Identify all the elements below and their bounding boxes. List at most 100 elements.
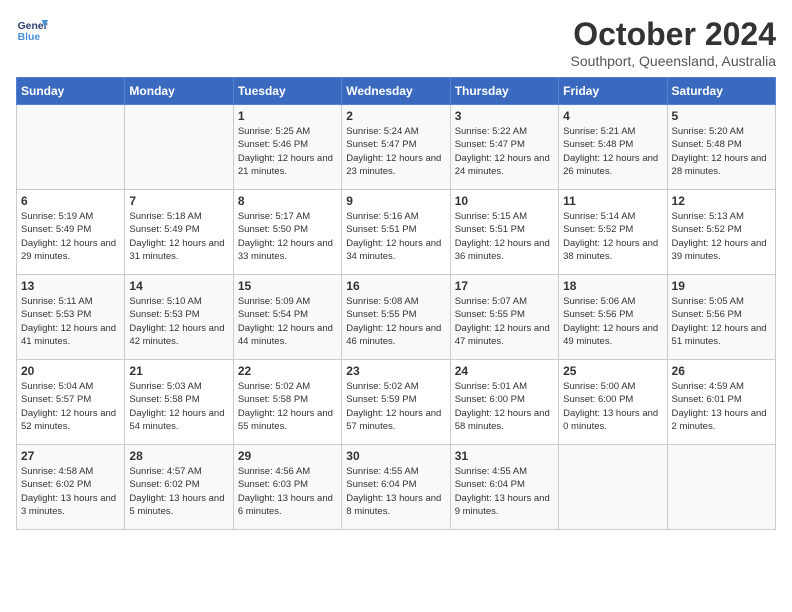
cell-content: Sunrise: 5:05 AMSunset: 5:56 PMDaylight:… xyxy=(672,295,771,348)
weekday-header: Friday xyxy=(559,78,667,105)
title-section: October 2024 Southport, Queensland, Aust… xyxy=(571,16,776,69)
calendar-cell xyxy=(125,105,233,190)
day-number: 3 xyxy=(455,109,554,123)
cell-content: Sunrise: 5:16 AMSunset: 5:51 PMDaylight:… xyxy=(346,210,445,263)
cell-content: Sunrise: 5:20 AMSunset: 5:48 PMDaylight:… xyxy=(672,125,771,178)
day-number: 15 xyxy=(238,279,337,293)
calendar-week-row: 6Sunrise: 5:19 AMSunset: 5:49 PMDaylight… xyxy=(17,190,776,275)
calendar-cell: 11 Sunrise: 5:14 AMSunset: 5:52 PMDayligh… xyxy=(559,190,667,275)
day-number: 11 xyxy=(563,194,662,208)
day-number: 12 xyxy=(672,194,771,208)
cell-content: Sunrise: 5:13 AMSunset: 5:52 PMDaylight:… xyxy=(672,210,771,263)
cell-content: Sunrise: 4:58 AMSunset: 6:02 PMDaylight:… xyxy=(21,465,120,518)
weekday-header: Wednesday xyxy=(342,78,450,105)
calendar-cell: 21 Sunrise: 5:03 AMSunset: 5:58 PMDayligh… xyxy=(125,360,233,445)
calendar-cell: 13 Sunrise: 5:11 AMSunset: 5:53 PMDayligh… xyxy=(17,275,125,360)
calendar-cell: 22 Sunrise: 5:02 AMSunset: 5:58 PMDayligh… xyxy=(233,360,341,445)
calendar-cell: 12 Sunrise: 5:13 AMSunset: 5:52 PMDayligh… xyxy=(667,190,775,275)
calendar-cell: 3Sunrise: 5:22 AMSunset: 5:47 PMDaylight… xyxy=(450,105,558,190)
cell-content: Sunrise: 5:10 AMSunset: 5:53 PMDaylight:… xyxy=(129,295,228,348)
svg-text:Blue: Blue xyxy=(18,32,41,43)
day-number: 9 xyxy=(346,194,445,208)
day-number: 26 xyxy=(672,364,771,378)
weekday-header: Saturday xyxy=(667,78,775,105)
calendar-cell: 19Sunrise: 5:05 AMSunset: 5:56 PMDayligh… xyxy=(667,275,775,360)
cell-content: Sunrise: 5:25 AMSunset: 5:46 PMDaylight:… xyxy=(238,125,337,178)
cell-content: Sunrise: 5:02 AMSunset: 5:58 PMDaylight:… xyxy=(238,380,337,433)
cell-content: Sunrise: 5:19 AMSunset: 5:49 PMDaylight:… xyxy=(21,210,120,263)
cell-content: Sunrise: 5:02 AMSunset: 5:59 PMDaylight:… xyxy=(346,380,445,433)
cell-content: Sunrise: 4:57 AMSunset: 6:02 PMDaylight:… xyxy=(129,465,228,518)
cell-content: Sunrise: 5:06 AMSunset: 5:56 PMDaylight:… xyxy=(563,295,662,348)
day-number: 22 xyxy=(238,364,337,378)
day-number: 24 xyxy=(455,364,554,378)
calendar-cell: 1Sunrise: 5:25 AMSunset: 5:46 PMDaylight… xyxy=(233,105,341,190)
logo: General Blue xyxy=(16,16,48,44)
calendar-cell xyxy=(559,445,667,530)
calendar-cell: 9 Sunrise: 5:16 AMSunset: 5:51 PMDaylight… xyxy=(342,190,450,275)
calendar-cell xyxy=(667,445,775,530)
cell-content: Sunrise: 4:55 AMSunset: 6:04 PMDaylight:… xyxy=(346,465,445,518)
cell-content: Sunrise: 4:55 AMSunset: 6:04 PMDaylight:… xyxy=(455,465,554,518)
calendar-cell: 31 Sunrise: 4:55 AMSunset: 6:04 PMDayligh… xyxy=(450,445,558,530)
calendar-cell: 20 Sunrise: 5:04 AMSunset: 5:57 PMDayligh… xyxy=(17,360,125,445)
cell-content: Sunrise: 5:21 AMSunset: 5:48 PMDaylight:… xyxy=(563,125,662,178)
cell-content: Sunrise: 5:09 AMSunset: 5:54 PMDaylight:… xyxy=(238,295,337,348)
calendar-cell: 28Sunrise: 4:57 AMSunset: 6:02 PMDayligh… xyxy=(125,445,233,530)
weekday-header: Thursday xyxy=(450,78,558,105)
cell-content: Sunrise: 5:04 AMSunset: 5:57 PMDaylight:… xyxy=(21,380,120,433)
day-number: 10 xyxy=(455,194,554,208)
calendar-cell: 7 Sunrise: 5:18 AMSunset: 5:49 PMDaylight… xyxy=(125,190,233,275)
day-number: 21 xyxy=(129,364,228,378)
calendar-cell: 23 Sunrise: 5:02 AMSunset: 5:59 PMDayligh… xyxy=(342,360,450,445)
cell-content: Sunrise: 5:18 AMSunset: 5:49 PMDaylight:… xyxy=(129,210,228,263)
day-number: 14 xyxy=(129,279,228,293)
day-number: 8 xyxy=(238,194,337,208)
calendar-cell: 10Sunrise: 5:15 AMSunset: 5:51 PMDayligh… xyxy=(450,190,558,275)
cell-content: Sunrise: 4:56 AMSunset: 6:03 PMDaylight:… xyxy=(238,465,337,518)
cell-content: Sunrise: 4:59 AMSunset: 6:01 PMDaylight:… xyxy=(672,380,771,433)
cell-content: Sunrise: 5:11 AMSunset: 5:53 PMDaylight:… xyxy=(21,295,120,348)
weekday-header: Tuesday xyxy=(233,78,341,105)
calendar-cell: 15 Sunrise: 5:09 AMSunset: 5:54 PMDayligh… xyxy=(233,275,341,360)
calendar-cell: 16 Sunrise: 5:08 AMSunset: 5:55 PMDayligh… xyxy=(342,275,450,360)
day-number: 27 xyxy=(21,449,120,463)
calendar-week-row: 20 Sunrise: 5:04 AMSunset: 5:57 PMDayligh… xyxy=(17,360,776,445)
calendar-cell: 14 Sunrise: 5:10 AMSunset: 5:53 PMDayligh… xyxy=(125,275,233,360)
cell-content: Sunrise: 5:00 AMSunset: 6:00 PMDaylight:… xyxy=(563,380,662,433)
calendar-table: SundayMondayTuesdayWednesdayThursdayFrid… xyxy=(16,77,776,530)
calendar-cell: 30Sunrise: 4:55 AMSunset: 6:04 PMDayligh… xyxy=(342,445,450,530)
day-number: 29 xyxy=(238,449,337,463)
day-number: 16 xyxy=(346,279,445,293)
cell-content: Sunrise: 5:14 AMSunset: 5:52 PMDaylight:… xyxy=(563,210,662,263)
cell-content: Sunrise: 5:01 AMSunset: 6:00 PMDaylight:… xyxy=(455,380,554,433)
month-title: October 2024 xyxy=(571,16,776,53)
cell-content: Sunrise: 5:08 AMSunset: 5:55 PMDaylight:… xyxy=(346,295,445,348)
calendar-cell: 29 Sunrise: 4:56 AMSunset: 6:03 PMDayligh… xyxy=(233,445,341,530)
calendar-header-row: SundayMondayTuesdayWednesdayThursdayFrid… xyxy=(17,78,776,105)
day-number: 23 xyxy=(346,364,445,378)
page-header: General Blue October 2024 Southport, Que… xyxy=(16,16,776,69)
calendar-cell: 5 Sunrise: 5:20 AMSunset: 5:48 PMDaylight… xyxy=(667,105,775,190)
day-number: 5 xyxy=(672,109,771,123)
day-number: 2 xyxy=(346,109,445,123)
day-number: 13 xyxy=(21,279,120,293)
calendar-cell: 25Sunrise: 5:00 AMSunset: 6:00 PMDayligh… xyxy=(559,360,667,445)
location-subtitle: Southport, Queensland, Australia xyxy=(571,53,776,69)
cell-content: Sunrise: 5:03 AMSunset: 5:58 PMDaylight:… xyxy=(129,380,228,433)
calendar-week-row: 1Sunrise: 5:25 AMSunset: 5:46 PMDaylight… xyxy=(17,105,776,190)
calendar-cell: 8Sunrise: 5:17 AMSunset: 5:50 PMDaylight… xyxy=(233,190,341,275)
day-number: 7 xyxy=(129,194,228,208)
calendar-cell: 24 Sunrise: 5:01 AMSunset: 6:00 PMDayligh… xyxy=(450,360,558,445)
day-number: 20 xyxy=(21,364,120,378)
calendar-cell: 17 Sunrise: 5:07 AMSunset: 5:55 PMDayligh… xyxy=(450,275,558,360)
cell-content: Sunrise: 5:07 AMSunset: 5:55 PMDaylight:… xyxy=(455,295,554,348)
weekday-header: Monday xyxy=(125,78,233,105)
calendar-cell: 6Sunrise: 5:19 AMSunset: 5:49 PMDaylight… xyxy=(17,190,125,275)
day-number: 18 xyxy=(563,279,662,293)
calendar-cell: 26 Sunrise: 4:59 AMSunset: 6:01 PMDayligh… xyxy=(667,360,775,445)
cell-content: Sunrise: 5:24 AMSunset: 5:47 PMDaylight:… xyxy=(346,125,445,178)
day-number: 17 xyxy=(455,279,554,293)
day-number: 31 xyxy=(455,449,554,463)
calendar-cell: 2 Sunrise: 5:24 AMSunset: 5:47 PMDaylight… xyxy=(342,105,450,190)
